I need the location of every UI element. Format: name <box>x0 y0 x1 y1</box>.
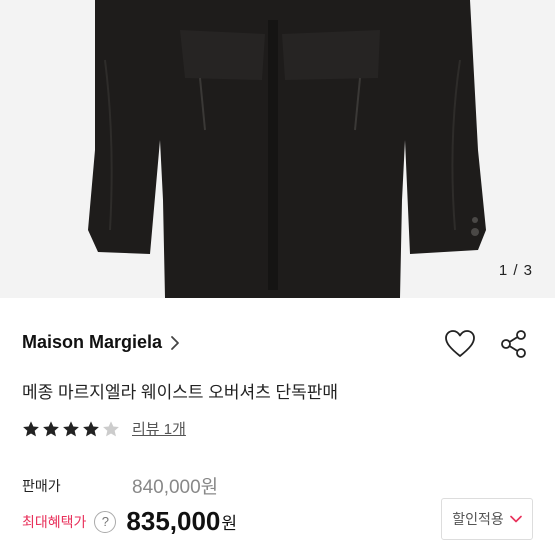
share-icon <box>501 330 526 358</box>
product-image <box>0 0 555 298</box>
help-icon[interactable]: ? <box>94 510 117 533</box>
star-icon-empty <box>103 420 119 436</box>
product-info: Maison Margiela 메종 마르지엘라 웨이스트 오버셔츠 단독판매 <box>0 298 555 555</box>
product-image-gallery[interactable]: 1 / 3 <box>0 0 555 298</box>
brand-link[interactable]: Maison Margiela <box>22 332 180 353</box>
max-benefit-label: 최대혜택가 <box>22 513 87 530</box>
sale-price-label: 판매가 <box>22 477 61 494</box>
heart-icon <box>445 330 475 357</box>
image-page-indicator: 1 / 3 <box>498 262 533 279</box>
like-button[interactable] <box>443 328 477 360</box>
rating-row: 리뷰 1개 <box>22 418 186 439</box>
star-icon <box>23 420 39 436</box>
chevron-down-icon <box>509 515 522 523</box>
sale-price-row: 판매가 840,000원 <box>22 472 218 499</box>
apply-discount-label: 할인적용 <box>452 511 504 527</box>
sale-price-value: 840,000원 <box>132 477 219 498</box>
max-benefit-row: 최대혜택가 ? 835,000 원 <box>22 506 237 537</box>
max-benefit-price: 835,000 <box>126 506 221 536</box>
share-button[interactable] <box>497 328 531 360</box>
star-icon <box>43 420 59 436</box>
brand-name: Maison Margiela <box>22 332 163 352</box>
star-rating <box>22 420 120 438</box>
review-count-link[interactable]: 리뷰 1개 <box>132 418 186 439</box>
max-benefit-unit: 원 <box>221 514 238 533</box>
star-icon <box>63 420 79 436</box>
apply-discount-button[interactable]: 할인적용 <box>441 498 533 540</box>
product-actions <box>443 328 531 360</box>
star-icon <box>83 420 99 436</box>
chevron-right-icon <box>171 335 179 350</box>
product-title: 메종 마르지엘라 웨이스트 오버셔츠 단독판매 <box>22 383 339 402</box>
